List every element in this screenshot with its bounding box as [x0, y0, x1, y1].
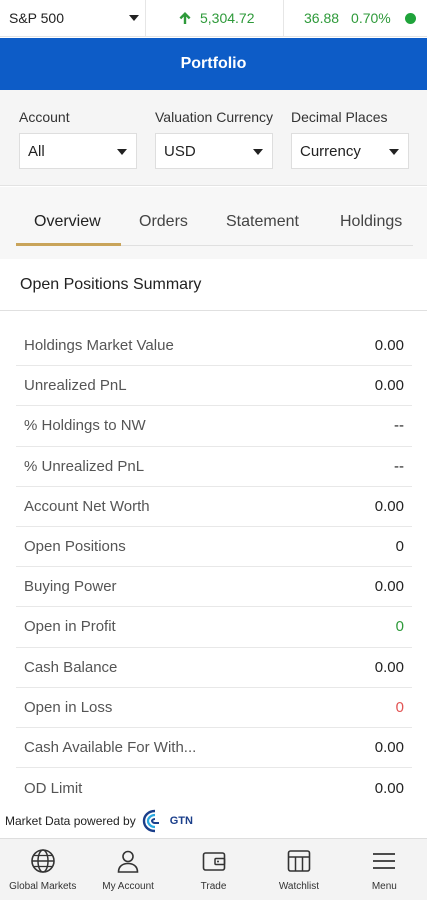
index-selector[interactable]: S&P 500 [0, 0, 146, 36]
row-label: Open in Loss [24, 698, 113, 716]
user-icon [117, 850, 139, 873]
summary-list: Holdings Market Value 0.00 Unrealized PnL… [16, 326, 412, 808]
row-label: % Unrealized PnL [24, 457, 145, 475]
nav-label: My Account [102, 881, 154, 892]
row-label: Holdings Market Value [24, 337, 174, 355]
tab-holdings[interactable]: Holdings [340, 213, 402, 243]
row-label: Cash Available For With... [24, 738, 197, 756]
page-header: Portfolio [0, 38, 427, 90]
row-value: 0 [395, 618, 404, 636]
watchlist-icon [287, 850, 311, 872]
row-label: % Holdings to NW [24, 417, 146, 435]
section-title: Open Positions Summary [0, 260, 427, 311]
chevron-down-icon [253, 149, 263, 155]
currency-dropdown[interactable]: USD [155, 133, 273, 169]
chevron-down-icon [117, 149, 127, 155]
nav-label: Watchlist [278, 881, 320, 892]
list-item: % Holdings to NW -- [16, 406, 412, 447]
index-price-value: 5,304.72 [200, 10, 255, 26]
market-status-dot [404, 12, 416, 24]
tab-overview[interactable]: Overview [34, 213, 101, 243]
nav-label: Menu [371, 881, 397, 892]
decimal-places-label: Decimal Places [291, 109, 388, 125]
row-value: 0.00 [374, 337, 404, 355]
list-item: Account Net Worth 0.00 [16, 487, 412, 527]
menu-icon [373, 853, 396, 869]
market-data-credit: Market Data powered by GTN [5, 806, 193, 836]
wallet-icon [202, 852, 225, 871]
row-value: 0.00 [374, 658, 404, 676]
market-ticker-bar: S&P 500 5,304.72 36.88 0.70% [0, 0, 427, 37]
gtn-logo-mark-icon [142, 809, 159, 833]
index-symbol: S&P 500 [9, 10, 65, 26]
index-change: 36.88 [304, 10, 340, 26]
tab-orders[interactable]: Orders [139, 213, 188, 243]
row-value: 0.00 [374, 578, 404, 596]
list-item: Cash Available For With... 0.00 [16, 728, 412, 769]
nav-trade[interactable]: Trade [171, 839, 256, 900]
index-price: 5,304.72 [146, 0, 284, 36]
currency-value: USD [164, 142, 196, 160]
summary-title: Open Positions Summary [20, 276, 202, 293]
row-value: 0.00 [374, 738, 404, 756]
list-item: Open in Loss 0 [16, 688, 412, 728]
row-value: 0 [395, 698, 404, 716]
row-label: Account Net Worth [24, 497, 150, 515]
arrow-up-icon [179, 12, 191, 24]
row-label: Open in Profit [24, 618, 116, 636]
nav-my-account[interactable]: My Account [85, 839, 170, 900]
currency-filter: Valuation Currency USD [155, 107, 273, 169]
row-label: Buying Power [24, 578, 117, 596]
row-label: OD Limit [24, 779, 83, 797]
row-label: Open Positions [24, 538, 126, 556]
list-item: Holdings Market Value 0.00 [16, 326, 412, 367]
tab-statement[interactable]: Statement [226, 213, 299, 243]
filter-bar: Account All Valuation Currency USD Decim… [0, 90, 427, 186]
gtn-brand: GTN [169, 815, 193, 827]
row-value: -- [394, 457, 404, 475]
decimal-places-filter: Decimal Places Currency [291, 107, 409, 169]
nav-menu[interactable]: Menu [342, 839, 427, 900]
list-item: Open Positions 0 [16, 527, 412, 568]
list-item: Cash Balance 0.00 [16, 648, 412, 688]
nav-watchlist[interactable]: Watchlist [256, 839, 341, 900]
list-item: Unrealized PnL 0.00 [16, 366, 412, 407]
bottom-navigation: Global Markets My Account Trade Watchlis… [0, 838, 427, 900]
page-title: Portfolio [180, 55, 247, 72]
row-value: -- [394, 417, 404, 435]
decimal-places-value: Currency [300, 142, 361, 160]
account-value: All [28, 142, 45, 160]
account-label: Account [19, 109, 70, 125]
list-item: Buying Power 0.00 [16, 567, 412, 608]
nav-global-markets[interactable]: Global Markets [0, 839, 85, 900]
row-value: 0.00 [374, 377, 404, 395]
nav-label: Trade [200, 881, 227, 892]
row-value: 0 [395, 538, 404, 556]
list-item: % Unrealized PnL -- [16, 447, 412, 487]
decimal-places-dropdown[interactable]: Currency [291, 133, 409, 169]
chevron-down-icon [389, 149, 399, 155]
globe-icon [30, 849, 55, 873]
account-filter: Account All [19, 107, 137, 169]
gtn-logo: GTN [142, 809, 193, 833]
account-dropdown[interactable]: All [19, 133, 137, 169]
nav-label: Global Markets [9, 881, 77, 892]
list-item: OD Limit 0.00 [16, 768, 412, 808]
list-item: Open in Profit 0 [16, 607, 412, 648]
index-change-percent: 0.70% [351, 10, 391, 26]
credit-text: Market Data powered by [5, 814, 136, 828]
currency-label: Valuation Currency [155, 109, 274, 125]
active-tab-indicator [16, 243, 121, 246]
chevron-down-icon [129, 15, 139, 21]
row-value: 0.00 [374, 779, 404, 797]
row-label: Cash Balance [24, 658, 118, 676]
row-label: Unrealized PnL [24, 377, 127, 395]
portfolio-tabs: Overview Orders Statement Holdings [0, 187, 427, 259]
row-value: 0.00 [374, 497, 404, 515]
